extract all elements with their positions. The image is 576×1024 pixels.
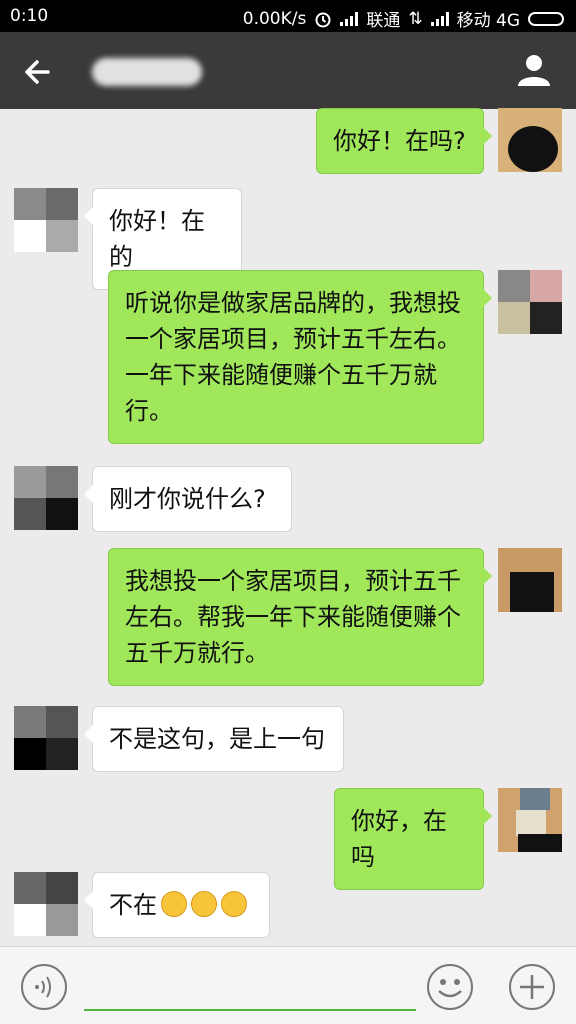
message-bubble-incoming[interactable]: 不在 xyxy=(84,872,270,938)
avatar[interactable] xyxy=(498,788,562,852)
person-icon[interactable] xyxy=(514,50,554,90)
message-bubble-incoming[interactable]: 不是这句，是上一句 xyxy=(84,706,344,772)
chat-input-bar xyxy=(0,946,576,1024)
avatar[interactable] xyxy=(14,466,78,530)
message-text: 不在 xyxy=(109,891,157,919)
message-bubble-incoming[interactable]: 刚才你说什么? xyxy=(84,466,292,532)
message-bubble-outgoing[interactable]: 你好，在吗 xyxy=(334,788,492,890)
status-bar: 0:10 0.00K/s 联通 ⇅ 移动 4G xyxy=(0,0,576,32)
smiley-icon[interactable] xyxy=(426,963,474,1011)
message-input[interactable] xyxy=(84,965,416,1011)
alarm-icon xyxy=(315,12,331,27)
signal-icon xyxy=(340,11,359,26)
avatar[interactable] xyxy=(14,872,78,936)
message-bubble-outgoing[interactable]: 听说你是做家居品牌的，我想投一个家居项目，预计五千左右。一年下来能随便赚个五千万… xyxy=(108,270,492,444)
carrier-2: 移动 4G xyxy=(456,11,520,31)
avatar[interactable] xyxy=(498,108,562,172)
carrier-1: 联通 xyxy=(366,11,401,31)
data-transfer-icon: ⇅ xyxy=(408,8,423,29)
avatar[interactable] xyxy=(498,548,562,612)
message-bubble-outgoing[interactable]: 你好！在吗? xyxy=(316,108,492,174)
thinking-emoji-icon xyxy=(191,891,217,917)
back-arrow-icon[interactable] xyxy=(18,52,58,92)
avatar[interactable] xyxy=(14,188,78,252)
plus-icon[interactable] xyxy=(508,963,556,1011)
avatar[interactable] xyxy=(14,706,78,770)
contact-name-redacted xyxy=(92,58,202,86)
chat-header xyxy=(0,32,576,109)
battery-icon xyxy=(528,11,564,26)
status-time: 0:10 xyxy=(10,6,49,26)
network-speed: 0.00K/s xyxy=(242,8,307,29)
voice-icon[interactable] xyxy=(20,963,68,1011)
thinking-emoji-icon xyxy=(221,891,247,917)
thinking-emoji-icon xyxy=(161,891,187,917)
message-bubble-outgoing[interactable]: 我想投一个家居项目，预计五千左右。帮我一年下来能随便赚个五千万就行。 xyxy=(108,548,492,686)
avatar[interactable] xyxy=(498,270,562,334)
signal-icon xyxy=(430,11,449,26)
